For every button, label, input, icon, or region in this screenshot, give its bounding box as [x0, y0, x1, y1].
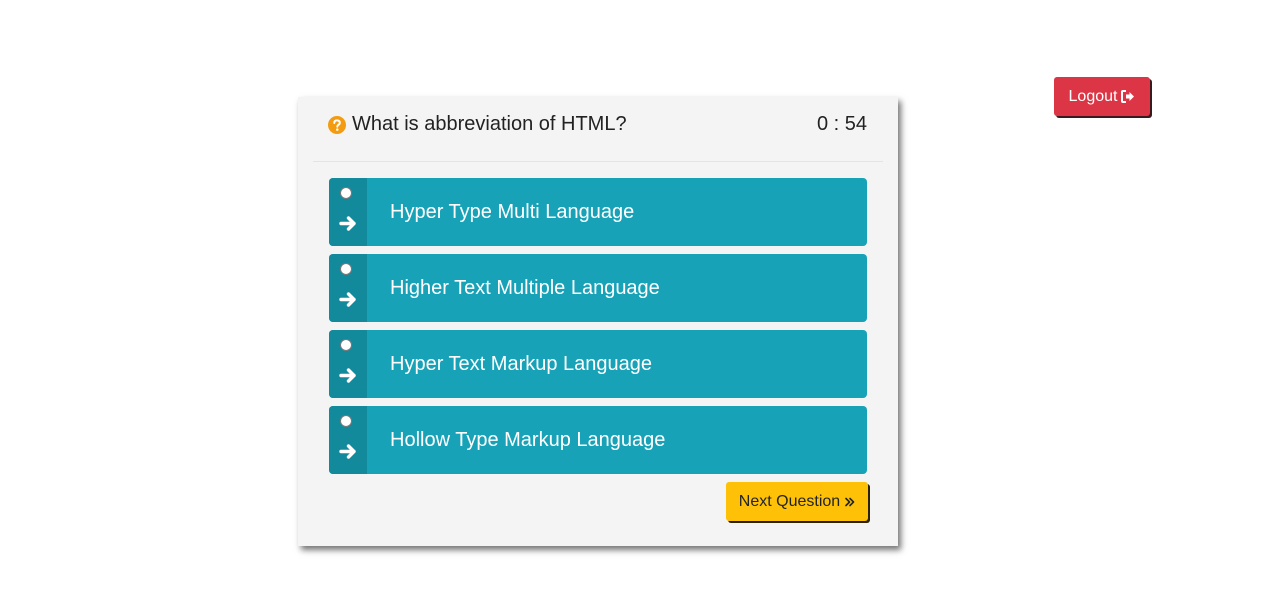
option-side-panel [329, 178, 367, 246]
arrow-right-icon [339, 216, 356, 231]
option-radio[interactable] [340, 187, 352, 199]
next-question-button[interactable]: Next Question [726, 482, 868, 521]
answer-option-1[interactable]: Hyper Type Multi Language [329, 178, 867, 246]
sign-out-icon [1121, 90, 1135, 103]
option-label: Hollow Type Markup Language [390, 429, 666, 451]
question-text: What is abbreviation of HTML? [352, 113, 627, 135]
quiz-page: Logout What is abbreviation of HTML? 0 :… [0, 0, 1274, 594]
logout-button[interactable]: Logout [1054, 77, 1150, 116]
double-chevron-right-icon [845, 497, 855, 506]
arrow-right-icon [339, 368, 356, 383]
option-side-panel [329, 406, 367, 474]
answer-options: Hyper Type Multi Language Higher Text Mu… [329, 178, 867, 482]
option-side-panel [329, 330, 367, 398]
quiz-card: What is abbreviation of HTML? 0 : 54 Hyp… [298, 97, 898, 546]
question-circle-icon [328, 116, 346, 134]
option-label: Hyper Type Multi Language [390, 201, 635, 223]
option-radio[interactable] [340, 263, 352, 275]
option-radio[interactable] [340, 339, 352, 351]
arrow-right-icon [339, 444, 356, 459]
option-radio[interactable] [340, 415, 352, 427]
answer-option-3[interactable]: Hyper Text Markup Language [329, 330, 867, 398]
option-label: Hyper Text Markup Language [390, 353, 653, 375]
option-label: Higher Text Multiple Language [390, 277, 660, 299]
arrow-right-icon [339, 292, 356, 307]
quiz-header: What is abbreviation of HTML? 0 : 54 [313, 97, 883, 162]
countdown-timer: 0 : 54 [816, 113, 867, 135]
answer-option-4[interactable]: Hollow Type Markup Language [329, 406, 867, 474]
option-side-panel [329, 254, 367, 322]
logout-label: Logout [1068, 87, 1118, 105]
next-question-label: Next Question [738, 492, 841, 510]
answer-option-2[interactable]: Higher Text Multiple Language [329, 254, 867, 322]
